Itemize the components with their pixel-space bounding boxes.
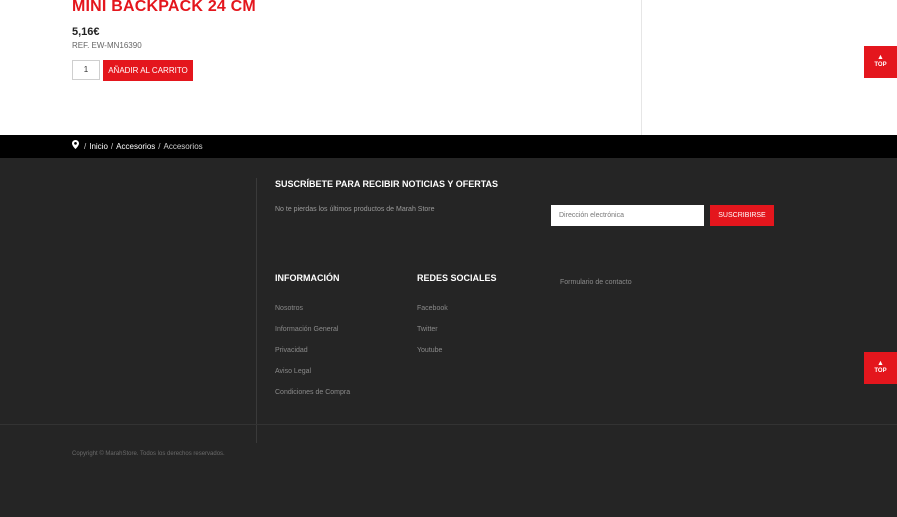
top-label: TOP (874, 62, 887, 68)
footer-link-aviso-legal[interactable]: Aviso Legal (275, 368, 311, 375)
redes-sociales-title: REDES SOCIALES (417, 273, 497, 283)
copyright-text: Copyright © MarahStore. Todos los derech… (72, 451, 225, 457)
quantity-input[interactable]: 1 (72, 60, 100, 80)
breadcrumb-link-inicio[interactable]: Inicio (89, 142, 108, 151)
breadcrumb-current: Accesorios (163, 142, 203, 151)
footer-link-privacidad[interactable]: Privacidad (275, 347, 308, 354)
breadcrumb-link-accesorios[interactable]: Accesorios (116, 142, 155, 151)
footer-bottom-divider (0, 424, 897, 425)
newsletter-email-input[interactable]: Dirección electrónica (551, 205, 704, 226)
product-reference: REF. EW-MN16390 (72, 41, 142, 50)
footer-link-informacion-general[interactable]: Información General (275, 326, 338, 333)
breadcrumb-separator: / (158, 142, 161, 151)
product-price: 5,16€ (72, 26, 100, 38)
arrow-up-icon: ▲ (877, 54, 884, 61)
footer-link-nosotros[interactable]: Nosotros (275, 305, 303, 312)
footer-link-contacto[interactable]: Formulario de contacto (560, 279, 632, 286)
footer-link-youtube[interactable]: Youtube (417, 347, 442, 354)
newsletter-description: No te pierdas los últimos productos de M… (275, 206, 435, 213)
product-title: MINI BACKPACK 24 CM (72, 0, 256, 15)
footer-divider (256, 178, 257, 443)
footer-link-condiciones-compra[interactable]: Condiciones de Compra (275, 389, 350, 396)
column-divider (641, 0, 642, 135)
breadcrumb: / Inicio / Accesorios / Accesorios (0, 135, 897, 158)
footer-link-twitter[interactable]: Twitter (417, 326, 438, 333)
newsletter-title: SUSCRÍBETE PARA RECIBIR NOTICIAS Y OFERT… (275, 179, 499, 189)
add-to-cart-button[interactable]: AÑADIR AL CARRITO (103, 60, 193, 81)
breadcrumb-separator: / (110, 142, 114, 151)
subscribe-button[interactable]: SUSCRIBIRSE (710, 205, 774, 226)
breadcrumb-separator: / (84, 142, 87, 151)
top-label: TOP (874, 368, 887, 374)
informacion-title: INFORMACIÓN (275, 273, 340, 283)
arrow-up-icon: ▲ (877, 360, 884, 367)
back-to-top-button-footer[interactable]: ▲ TOP (864, 352, 897, 384)
back-to-top-button[interactable]: ▲ TOP (864, 46, 897, 78)
location-pin-icon (72, 135, 79, 158)
footer: SUSCRÍBETE PARA RECIBIR NOTICIAS Y OFERT… (0, 158, 897, 517)
footer-link-facebook[interactable]: Facebook (417, 305, 448, 312)
product-section: MINI BACKPACK 24 CM 5,16€ REF. EW-MN1639… (0, 0, 897, 135)
